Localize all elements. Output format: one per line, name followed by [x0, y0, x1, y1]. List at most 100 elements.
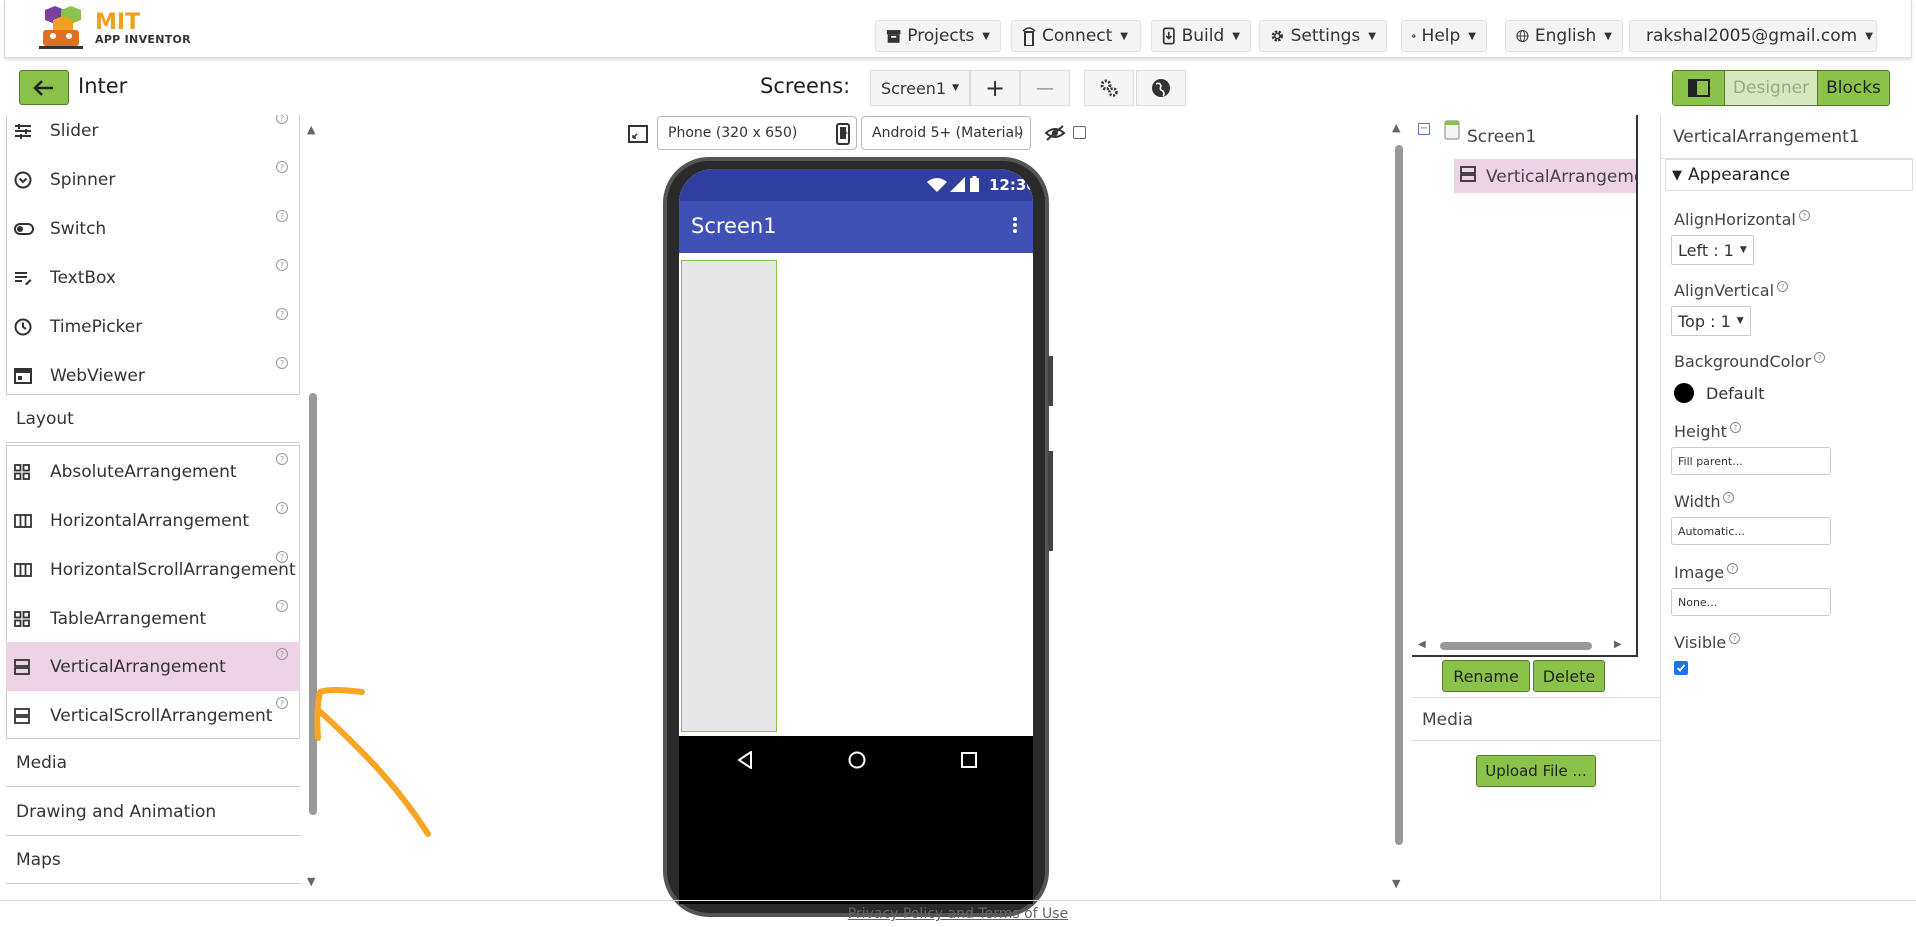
- project-properties-button[interactable]: [1084, 70, 1134, 106]
- rows-icon: [14, 707, 30, 724]
- privacy-policy-link[interactable]: Privacy Policy and Terms of Use: [848, 906, 1068, 922]
- palette-item-absolutearrangement[interactable]: AbsoluteArrangement ?: [6, 447, 300, 496]
- scroll-down-icon[interactable]: ▼: [1392, 877, 1400, 890]
- palette-item-textbox[interactable]: TextBox ?: [6, 253, 300, 302]
- palette-item-verticalscrollarrangement[interactable]: VerticalScrollArrangement ?: [6, 691, 300, 740]
- remove-screen-button[interactable]: —: [1020, 70, 1070, 106]
- help-menu[interactable]: ? Help ▼: [1401, 20, 1487, 52]
- spinner-icon: [14, 171, 32, 188]
- top-menu-bar: MIT APP INVENTOR Projects ▼ Connect ▼ Buil…: [4, 0, 1912, 58]
- more-vert-icon[interactable]: [1012, 216, 1018, 234]
- palette-item-horizontalscrollarrangement[interactable]: HorizontalScrollArrangement ?: [6, 545, 300, 594]
- viewer-scrollbar-thumb[interactable]: [1395, 145, 1403, 845]
- vertical-arrangement-preview[interactable]: [681, 260, 777, 732]
- rows-icon: [14, 658, 30, 675]
- tree-hscroll-thumb[interactable]: [1440, 642, 1592, 650]
- collapse-icon[interactable]: −: [1418, 123, 1430, 135]
- build-menu[interactable]: Build ▼: [1151, 20, 1251, 52]
- width-input[interactable]: Automatic...: [1671, 517, 1831, 545]
- nav-back-icon[interactable]: [737, 751, 753, 769]
- project-globe-button[interactable]: [1136, 70, 1186, 106]
- chevron-down-icon: ⌄: [1013, 124, 1024, 138]
- palette-item-horizontalarrangement[interactable]: HorizontalArrangement ?: [6, 496, 300, 545]
- connect-menu[interactable]: Connect ▼: [1011, 20, 1141, 52]
- help-icon[interactable]: ?: [276, 648, 288, 660]
- scroll-up-icon[interactable]: ▲: [307, 123, 315, 136]
- nav-home-icon[interactable]: [848, 751, 866, 769]
- help-icon[interactable]: ?: [276, 308, 288, 320]
- palette-category-maps[interactable]: Maps: [6, 836, 300, 884]
- designer-button[interactable]: Designer: [1725, 71, 1817, 105]
- tablet-size-icon: [628, 125, 648, 143]
- help-icon[interactable]: ?: [1777, 281, 1789, 292]
- logo-main-text: MIT: [95, 10, 141, 35]
- properties-panel: VerticalArrangement1 ▼ Appearance AlignH…: [1660, 115, 1913, 900]
- scroll-down-icon[interactable]: ▼: [307, 875, 315, 888]
- logo-sub-text: APP INVENTOR: [95, 33, 191, 46]
- help-icon[interactable]: ?: [276, 259, 288, 271]
- blocks-button[interactable]: Blocks: [1817, 71, 1889, 105]
- rename-button[interactable]: Rename: [1442, 660, 1530, 692]
- show-hidden-checkbox[interactable]: [1073, 126, 1086, 139]
- help-icon[interactable]: ?: [276, 600, 288, 612]
- help-icon[interactable]: ?: [276, 502, 288, 514]
- height-input[interactable]: Fill parent...: [1671, 447, 1831, 475]
- help-icon[interactable]: ?: [276, 551, 288, 563]
- tree-node-screen1[interactable]: Screen1: [1467, 127, 1536, 147]
- delete-button[interactable]: Delete: [1533, 660, 1605, 692]
- projects-menu[interactable]: Projects ▼: [875, 20, 1001, 52]
- palette-item-switch[interactable]: Switch ?: [6, 204, 300, 253]
- nav-recents-icon[interactable]: [961, 752, 977, 768]
- screen-select[interactable]: Screen1 ▼: [870, 70, 970, 106]
- help-icon[interactable]: ?: [276, 161, 288, 173]
- help-icon[interactable]: ?: [276, 697, 288, 709]
- help-icon[interactable]: ?: [1723, 492, 1735, 503]
- align-vertical-label: AlignVertical?: [1674, 281, 1789, 300]
- scroll-right-icon[interactable]: ▶: [1614, 639, 1622, 650]
- help-icon[interactable]: ?: [1729, 422, 1741, 433]
- settings-menu[interactable]: Settings ▼: [1259, 20, 1387, 52]
- scroll-up-icon[interactable]: ▲: [1392, 121, 1400, 134]
- background-color-picker[interactable]: Default: [1674, 383, 1764, 403]
- appearance-section-header[interactable]: ▼ Appearance: [1665, 159, 1913, 191]
- image-input[interactable]: None...: [1671, 588, 1831, 616]
- palette-item-webviewer[interactable]: WebViewer ?: [6, 351, 300, 400]
- columns-icon: [14, 513, 32, 528]
- palette-item-spinner[interactable]: Spinner ?: [6, 155, 300, 204]
- add-screen-button[interactable]: +: [970, 70, 1020, 106]
- help-icon[interactable]: ?: [1729, 633, 1741, 644]
- align-vertical-dropdown[interactable]: Top : 1 ▼: [1671, 306, 1751, 336]
- palette-item-slider[interactable]: Slider ?: [6, 115, 300, 155]
- app-inventor-logo-icon[interactable]: [35, 6, 87, 50]
- palette-item-tablearrangement[interactable]: TableArrangement ?: [6, 594, 300, 643]
- palette-item-label: Slider: [50, 120, 99, 141]
- palette-category-drawing-and-animation[interactable]: Drawing and Animation: [6, 788, 300, 836]
- align-horizontal-dropdown[interactable]: Left : 1 ▼: [1671, 235, 1754, 265]
- palette-category-media[interactable]: Media: [6, 739, 300, 787]
- help-icon[interactable]: ?: [276, 115, 288, 124]
- build-icon: [1162, 27, 1175, 45]
- palette-item-verticalarrangement[interactable]: VerticalArrangement ?: [6, 642, 300, 691]
- webviewer-icon: [14, 367, 32, 384]
- palette-category-layout[interactable]: Layout: [6, 395, 300, 443]
- help-icon[interactable]: ?: [276, 453, 288, 465]
- scroll-left-icon[interactable]: ◀: [1418, 639, 1426, 650]
- tree-node-verticalarrangement1[interactable]: VerticalArrangement1: [1454, 159, 1636, 193]
- help-icon[interactable]: ?: [1814, 352, 1826, 363]
- account-label: rakshal2005@gmail.com: [1646, 26, 1858, 46]
- palette-item-timepicker[interactable]: TimePicker ?: [6, 302, 300, 351]
- checkmark-icon: [1676, 664, 1686, 672]
- help-icon[interactable]: ?: [1727, 563, 1739, 574]
- help-icon[interactable]: ?: [276, 210, 288, 222]
- account-menu[interactable]: rakshal2005@gmail.com ▼: [1629, 20, 1877, 52]
- panel-layout-icon: [1687, 79, 1710, 97]
- back-button[interactable]: [19, 70, 69, 105]
- theme-select[interactable]: Android 5+ (Material) ⌄: [861, 116, 1031, 150]
- upload-file-button[interactable]: Upload File ...: [1476, 755, 1596, 787]
- palette-toggle-button[interactable]: [1673, 71, 1725, 105]
- language-menu[interactable]: English ▼: [1505, 20, 1623, 52]
- device-size-select[interactable]: Phone (320 x 650) ⌄: [657, 116, 857, 150]
- visible-checkbox[interactable]: [1674, 661, 1688, 675]
- help-icon[interactable]: ?: [1798, 210, 1810, 221]
- help-icon[interactable]: ?: [276, 357, 288, 369]
